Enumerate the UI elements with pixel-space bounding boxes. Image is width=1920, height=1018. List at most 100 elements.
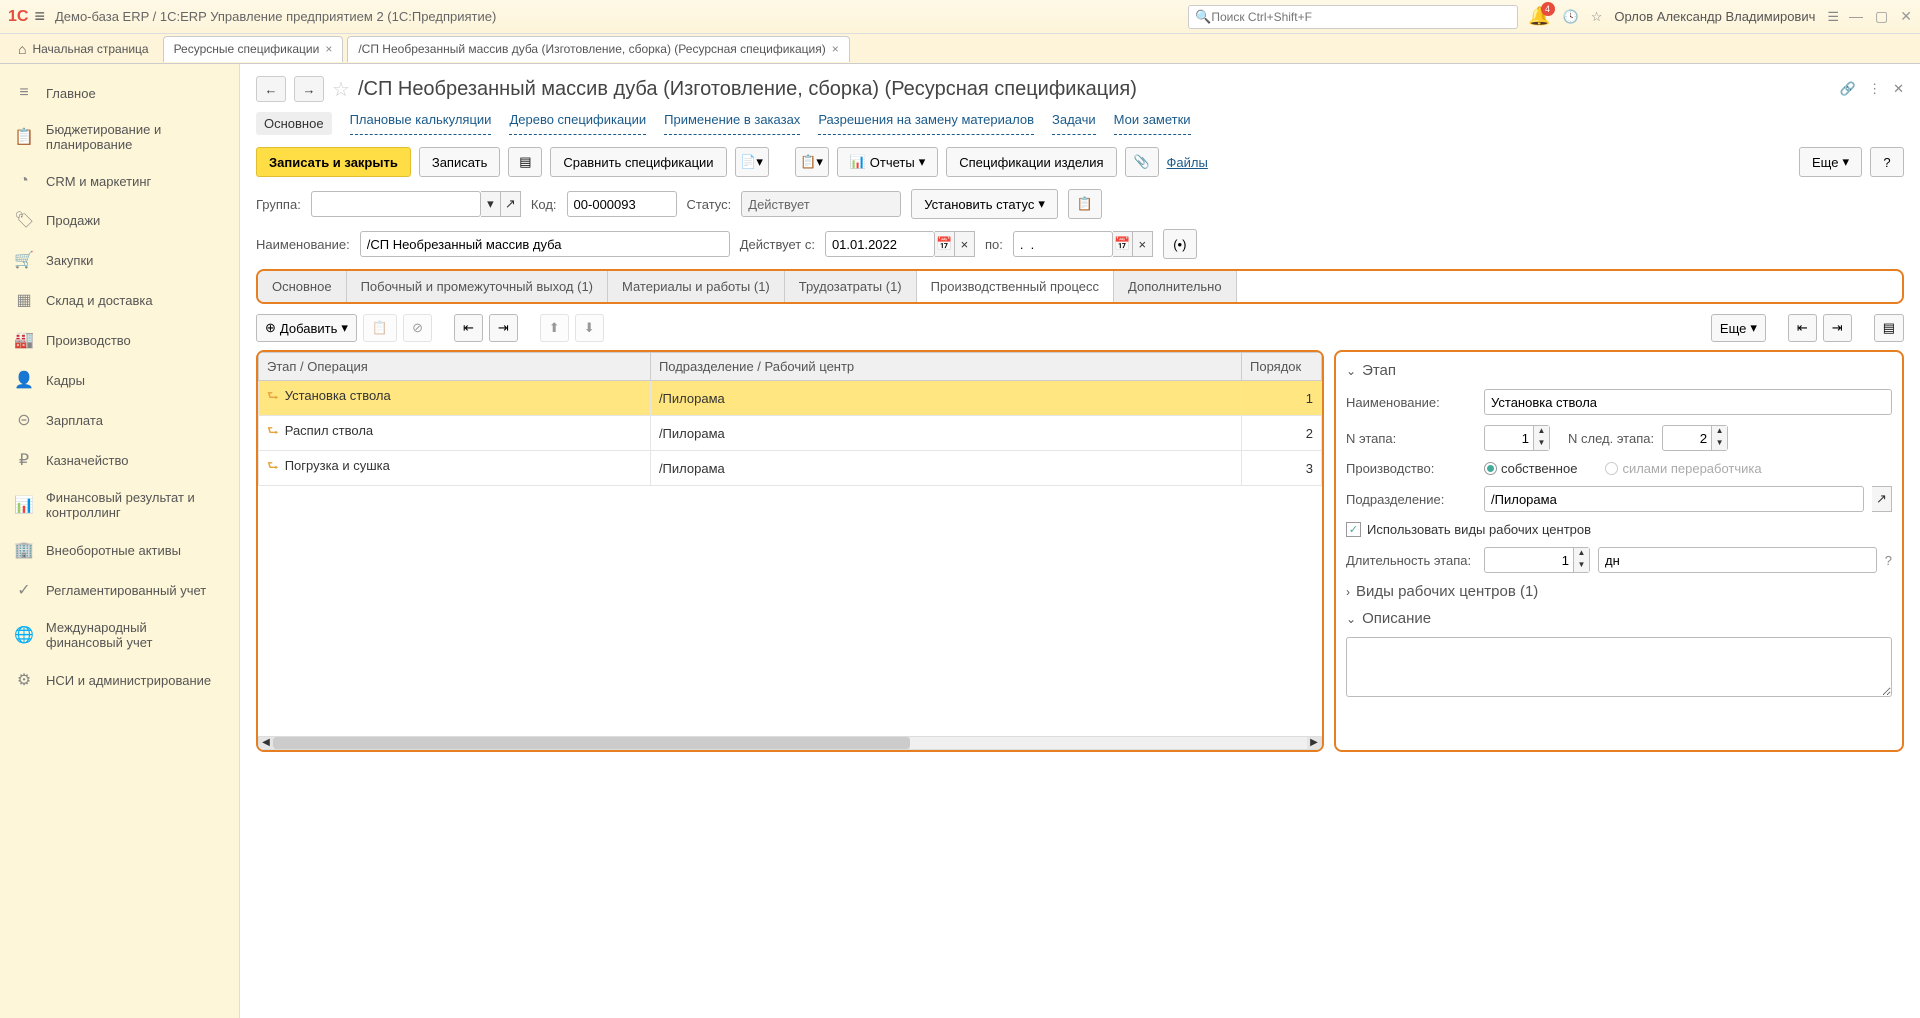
- inner-tab-materials[interactable]: Материалы и работы (1): [608, 271, 785, 302]
- duration-spinner[interactable]: ▲▼: [1484, 547, 1590, 573]
- navlink-tasks[interactable]: Задачи: [1052, 112, 1096, 135]
- search-input[interactable]: [1211, 10, 1511, 24]
- broadcast-icon-button[interactable]: (•): [1163, 229, 1197, 259]
- inner-tab-process[interactable]: Производственный процесс: [917, 271, 1114, 302]
- table-row[interactable]: ⮑Погрузка и сушка/Пилорама3: [259, 451, 1322, 486]
- files-link[interactable]: Файлы: [1167, 155, 1208, 170]
- reports-button[interactable]: 📊 Отчеты ▾: [837, 147, 939, 177]
- group-dropdown-icon[interactable]: ▾: [481, 191, 501, 217]
- hamburger-icon[interactable]: ≡: [34, 6, 45, 27]
- sidebar-item-2[interactable]: ◔CRM и маркетинг: [0, 162, 239, 200]
- stage-name-input[interactable]: [1484, 389, 1892, 415]
- view-list-button[interactable]: ⇥: [1823, 314, 1852, 342]
- notification-icon[interactable]: 🔔4: [1528, 6, 1550, 27]
- use-wc-checkbox[interactable]: ✓ Использовать виды рабочих центров: [1346, 522, 1591, 537]
- navlink-notes[interactable]: Мои заметки: [1114, 112, 1191, 135]
- navlink-orders[interactable]: Применение в заказах: [664, 112, 800, 135]
- view-detail-button[interactable]: ▤: [1874, 314, 1904, 342]
- sidebar-item-14[interactable]: ⚙НСИ и администрирование: [0, 660, 239, 700]
- clear-to-icon[interactable]: ×: [1133, 231, 1153, 257]
- navlink-main[interactable]: Основное: [256, 112, 332, 135]
- horizontal-scrollbar[interactable]: ◀▶: [258, 736, 1322, 750]
- name-input[interactable]: [360, 231, 730, 257]
- valid-from-input[interactable]: [825, 231, 935, 257]
- group-open-icon[interactable]: ↗: [501, 191, 521, 217]
- sidebar-item-10[interactable]: 📊Финансовый результат и контроллинг: [0, 480, 239, 530]
- sidebar-item-4[interactable]: 🛒Закупки: [0, 240, 239, 280]
- close-panel-icon[interactable]: ✕: [1893, 81, 1904, 97]
- table-row[interactable]: ⮑Распил ствола/Пилорама2: [259, 416, 1322, 451]
- stage-num-spinner[interactable]: ▲▼: [1484, 425, 1550, 451]
- sidebar-item-7[interactable]: 👤Кадры: [0, 360, 239, 400]
- navlink-tree[interactable]: Дерево спецификации: [509, 112, 646, 135]
- minimize-icon[interactable]: —: [1849, 8, 1863, 25]
- star-icon[interactable]: ☆: [1591, 9, 1603, 25]
- list-icon-button[interactable]: ▤: [508, 147, 542, 177]
- tab-home[interactable]: ⌂ Начальная страница: [8, 36, 159, 62]
- sidebar-item-6[interactable]: 🏭Производство: [0, 320, 239, 360]
- valid-to-input[interactable]: [1013, 231, 1113, 257]
- status-extra-button[interactable]: 📋: [1068, 189, 1102, 219]
- sidebar-item-5[interactable]: ▦Склад и доставка: [0, 280, 239, 320]
- sidebar-item-1[interactable]: 📋Бюджетирование и планирование: [0, 112, 239, 162]
- more-small-button[interactable]: Еще ▾: [1711, 314, 1766, 342]
- sidebar-item-8[interactable]: ⊝Зарплата: [0, 400, 239, 440]
- description-section[interactable]: ⌄ Описание: [1346, 610, 1892, 627]
- stage-next-spinner[interactable]: ▲▼: [1662, 425, 1728, 451]
- favorite-star-icon[interactable]: ☆: [332, 77, 350, 102]
- doc-dropdown-button[interactable]: 📄▾: [735, 147, 769, 177]
- maximize-icon[interactable]: ▢: [1875, 8, 1888, 25]
- col-stage[interactable]: Этап / Операция: [259, 353, 651, 381]
- duration-unit[interactable]: [1598, 547, 1877, 573]
- sidebar-item-3[interactable]: 🏷Продажи: [0, 200, 239, 240]
- link-icon[interactable]: 🔗: [1840, 81, 1856, 97]
- move-up-button[interactable]: ⬆: [540, 314, 569, 342]
- calendar-to-icon[interactable]: 📅: [1113, 231, 1133, 257]
- nav-forward-button[interactable]: →: [294, 76, 324, 102]
- indent-right-button[interactable]: ⇥: [489, 314, 518, 342]
- inner-tab-labor[interactable]: Трудозатраты (1): [785, 271, 917, 302]
- sidebar-item-12[interactable]: ✓Регламентированный учет: [0, 570, 239, 610]
- tab-sp-oak[interactable]: /СП Необрезанный массив дуба (Изготовлен…: [347, 36, 849, 62]
- save-button[interactable]: Записать: [419, 147, 501, 177]
- close-icon[interactable]: ✕: [1900, 8, 1912, 25]
- inner-tab-additional[interactable]: Дополнительно: [1114, 271, 1237, 302]
- indent-left-button[interactable]: ⇤: [454, 314, 483, 342]
- menu-icon[interactable]: ☰: [1827, 9, 1839, 25]
- view-hier-button[interactable]: ⇤: [1788, 314, 1817, 342]
- attach-icon-button[interactable]: 📎: [1125, 147, 1159, 177]
- copy-button[interactable]: 📋▾: [795, 147, 829, 177]
- sidebar-item-0[interactable]: ≡Главное: [0, 74, 239, 112]
- kebab-icon[interactable]: ⋮: [1868, 81, 1881, 97]
- sidebar-item-9[interactable]: ₽Казначейство: [0, 440, 239, 480]
- code-input[interactable]: [567, 191, 677, 217]
- delete-small-button[interactable]: ⊘: [403, 314, 432, 342]
- tab-resource-specs[interactable]: Ресурсные спецификации ×: [163, 36, 344, 62]
- radio-external[interactable]: силами переработчика: [1605, 461, 1761, 476]
- nav-back-button[interactable]: ←: [256, 76, 286, 102]
- dept-input[interactable]: [1484, 486, 1864, 512]
- compare-button[interactable]: Сравнить спецификации: [550, 147, 726, 177]
- username[interactable]: Орлов Александр Владимирович: [1614, 9, 1815, 24]
- sidebar-item-13[interactable]: 🌐Международный финансовый учет: [0, 610, 239, 660]
- dept-open-icon[interactable]: ↗: [1872, 486, 1892, 512]
- navlink-materials[interactable]: Разрешения на замену материалов: [818, 112, 1034, 135]
- search-box[interactable]: 🔍: [1188, 5, 1518, 29]
- table-row[interactable]: ⮑Установка ствола/Пилорама1: [259, 381, 1322, 416]
- stage-section-title[interactable]: ⌄ Этап: [1346, 362, 1892, 379]
- save-close-button[interactable]: Записать и закрыть: [256, 147, 411, 177]
- inner-tab-main[interactable]: Основное: [258, 271, 347, 302]
- sidebar-item-11[interactable]: 🏢Внеоборотные активы: [0, 530, 239, 570]
- inner-tab-byproduct[interactable]: Побочный и промежуточный выход (1): [347, 271, 608, 302]
- wc-types-section[interactable]: › Виды рабочих центров (1): [1346, 583, 1892, 600]
- help-icon[interactable]: ?: [1885, 553, 1892, 568]
- spec-product-button[interactable]: Спецификации изделия: [946, 147, 1116, 177]
- navlink-calc[interactable]: Плановые калькуляции: [350, 112, 492, 135]
- tab-close-icon[interactable]: ×: [832, 42, 839, 56]
- calendar-icon[interactable]: 📅: [935, 231, 955, 257]
- clear-from-icon[interactable]: ×: [955, 231, 975, 257]
- description-textarea[interactable]: [1346, 637, 1892, 697]
- move-down-button[interactable]: ⬇: [575, 314, 604, 342]
- add-button[interactable]: ⊕ Добавить ▾: [256, 314, 357, 342]
- history-icon[interactable]: 🕓: [1563, 9, 1579, 25]
